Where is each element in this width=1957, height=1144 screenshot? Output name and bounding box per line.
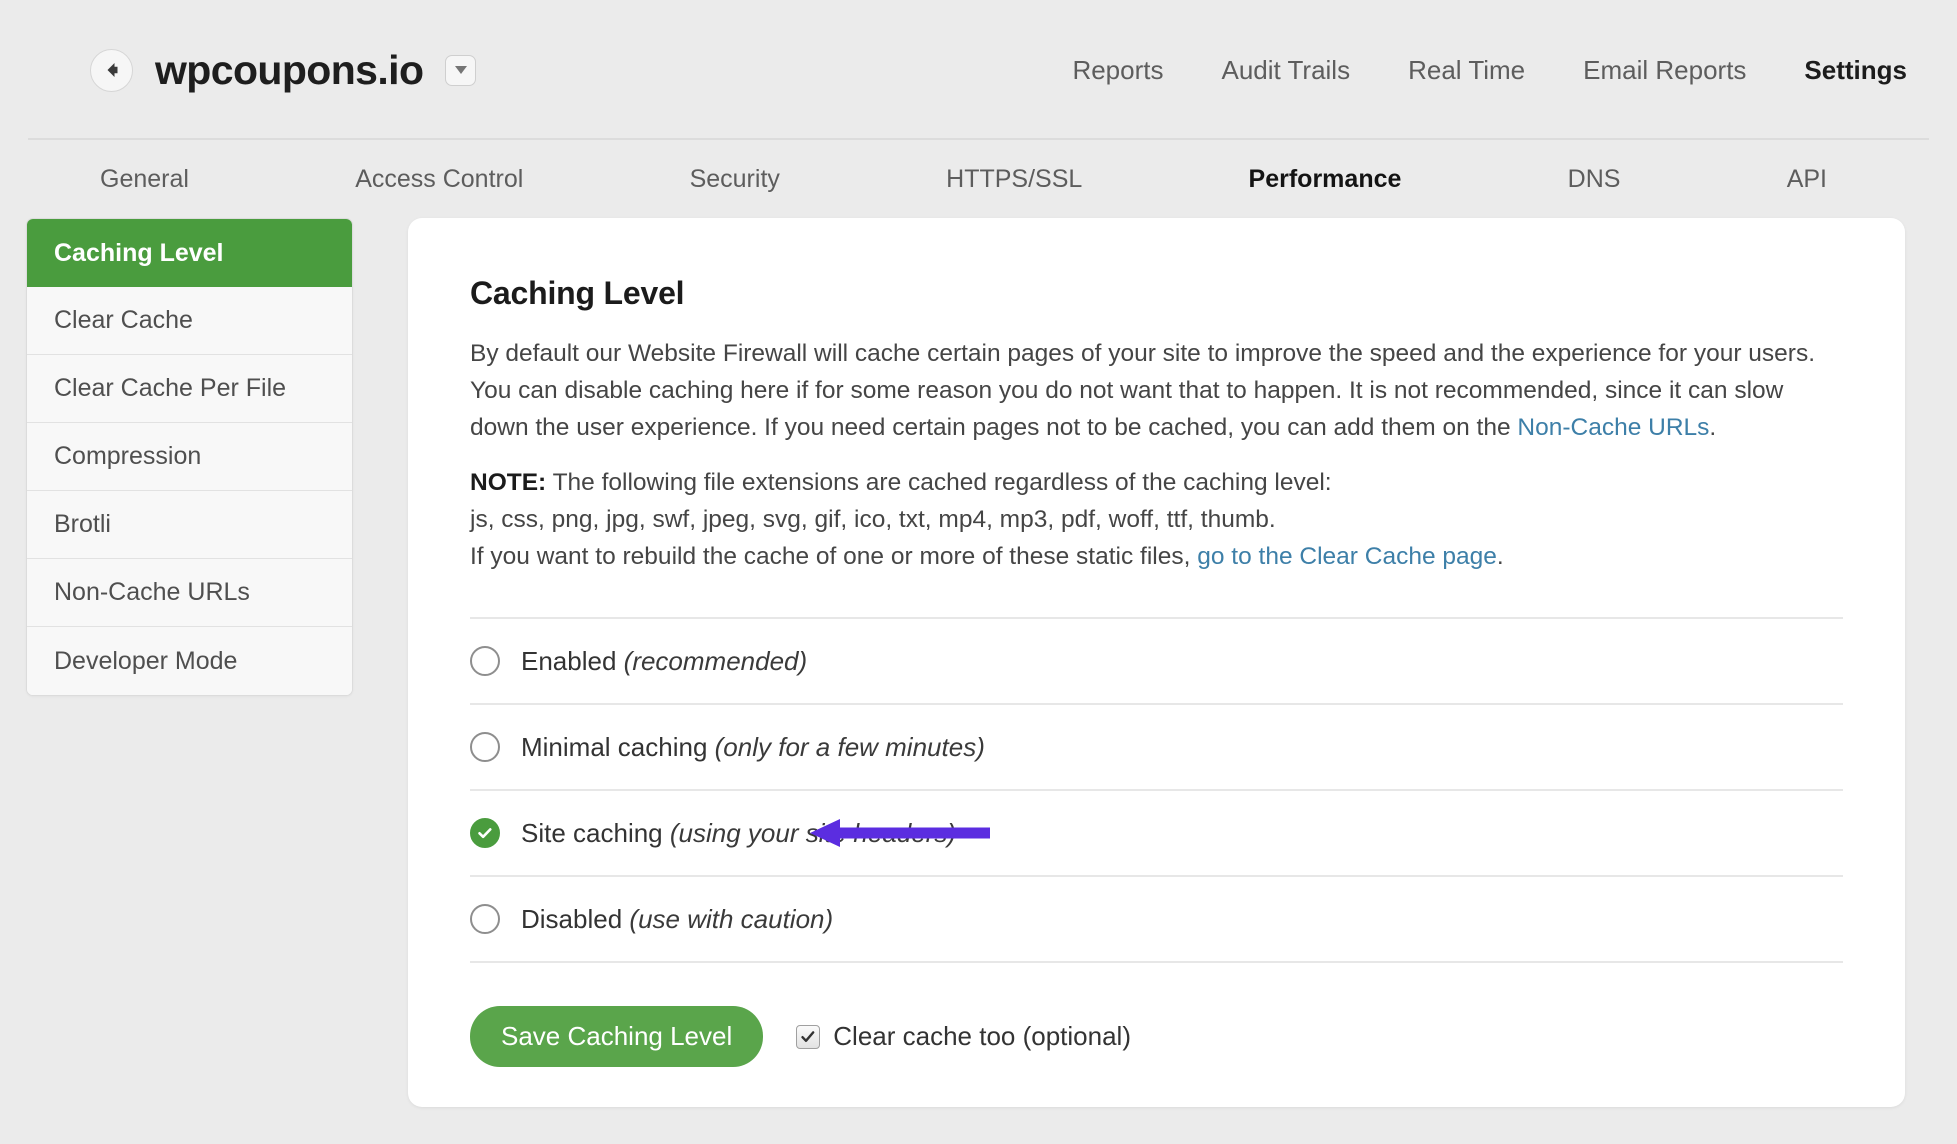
sidebar-item-clear-cache-per-file[interactable]: Clear Cache Per File — [27, 355, 352, 423]
tab-access-control[interactable]: Access Control — [355, 165, 523, 194]
panel-description: By default our Website Firewall will cac… — [470, 335, 1843, 446]
description-text-end: . — [1709, 414, 1717, 441]
sidebar-item-label: Developer Mode — [54, 646, 238, 675]
radio-enabled[interactable] — [470, 646, 500, 676]
radio-disabled[interactable] — [470, 904, 500, 934]
nav-item-real-time[interactable]: Real Time — [1379, 55, 1554, 86]
option-site-caching[interactable]: Site caching (using your site headers) — [470, 791, 1843, 877]
option-enabled[interactable]: Enabled (recommended) — [470, 619, 1843, 705]
option-text: Disabled — [521, 903, 630, 934]
option-text: Enabled — [521, 645, 624, 676]
radio-site-caching[interactable] — [470, 818, 500, 848]
option-text: Site caching — [521, 817, 670, 848]
sidebar-item-label: Caching Level — [54, 238, 224, 267]
save-caching-level-button[interactable]: Save Caching Level — [470, 1006, 764, 1067]
radio-minimal-caching[interactable] — [470, 732, 500, 762]
top-header-bar: wpcoupons.io Reports Audit Trails Real T… — [0, 0, 1957, 140]
tab-https-ssl[interactable]: HTTPS/SSL — [946, 165, 1082, 194]
site-title: wpcoupons.io — [155, 46, 424, 93]
note-line-3: If you want to rebuild the cache of one … — [470, 538, 1843, 575]
non-cache-urls-link[interactable]: Non-Cache URLs — [1517, 414, 1709, 441]
option-hint: (only for a few minutes) — [714, 731, 985, 762]
option-disabled-label: Disabled (use with caution) — [521, 904, 833, 935]
settings-tabs: General Access Control Security HTTPS/SS… — [0, 140, 1957, 218]
sidebar-item-clear-cache[interactable]: Clear Cache — [27, 287, 352, 355]
caching-level-panel: Caching Level By default our Website Fir… — [408, 218, 1905, 1107]
tab-general[interactable]: General — [100, 165, 189, 194]
back-button[interactable] — [90, 48, 133, 92]
option-minimal-caching-label: Minimal caching (only for a few minutes) — [521, 732, 985, 763]
check-icon — [478, 828, 492, 839]
note-line-3-suffix: . — [1496, 543, 1504, 570]
checkmark-icon — [801, 1030, 815, 1042]
sidebar-item-label: Clear Cache Per File — [54, 374, 287, 402]
sidebar-item-label: Brotli — [54, 510, 111, 538]
panel-title: Caching Level — [470, 275, 685, 311]
sidebar-item-label: Compression — [54, 442, 202, 470]
brand-group: wpcoupons.io — [90, 46, 477, 94]
clear-cache-page-link[interactable]: go to the Clear Cache page — [1197, 543, 1497, 570]
option-hint: (using your site headers) — [669, 817, 957, 848]
panel-note: NOTE: The following file extensions are … — [470, 464, 1843, 575]
option-hint: (recommended) — [623, 645, 808, 676]
clear-cache-too-checkbox-wrap[interactable]: Clear cache too (optional) — [796, 1021, 1131, 1052]
sidebar-item-label: Clear Cache — [54, 306, 193, 334]
sidebar-item-non-cache-urls[interactable]: Non-Cache URLs — [27, 559, 352, 627]
note-line-1: NOTE: The following file extensions are … — [470, 464, 1843, 501]
tab-performance[interactable]: Performance — [1249, 165, 1402, 194]
note-line-2: js, css, png, jpg, swf, jpeg, svg, gif, … — [470, 506, 1276, 533]
option-minimal-caching[interactable]: Minimal caching (only for a few minutes) — [470, 705, 1843, 791]
nav-item-audit-trails[interactable]: Audit Trails — [1192, 55, 1379, 86]
clear-cache-too-label: Clear cache too (optional) — [833, 1021, 1131, 1051]
sidebar-item-brotli[interactable]: Brotli — [27, 491, 352, 559]
tab-security[interactable]: Security — [690, 165, 780, 194]
sidebar-item-caching-level[interactable]: Caching Level — [27, 219, 352, 287]
nav-item-email-reports[interactable]: Email Reports — [1554, 55, 1775, 86]
note-line-3-prefix: If you want to rebuild the cache of one … — [470, 543, 1198, 570]
sidebar-item-label: Non-Cache URLs — [54, 578, 250, 606]
site-dropdown-button[interactable] — [445, 54, 477, 86]
option-text: Minimal caching — [521, 731, 715, 762]
caching-level-options: Enabled (recommended) Minimal caching (o… — [470, 617, 1843, 963]
nav-item-settings[interactable]: Settings — [1775, 55, 1907, 86]
sidebar-item-compression[interactable]: Compression — [27, 423, 352, 491]
tab-api[interactable]: API — [1787, 165, 1827, 194]
option-hint: (use with caution) — [629, 903, 834, 934]
note-label: NOTE: — [470, 469, 547, 496]
arrow-left-icon — [107, 63, 117, 77]
chevron-down-icon — [454, 66, 467, 74]
main-navigation: Reports Audit Trails Real Time Email Rep… — [1043, 55, 1917, 86]
page-layout: Caching Level Clear Cache Clear Cache Pe… — [0, 218, 1957, 1107]
performance-sidebar: Caching Level Clear Cache Clear Cache Pe… — [26, 218, 353, 696]
panel-actions: Save Caching Level Clear cache too (opti… — [470, 1006, 1843, 1067]
note-line-1-text: The following file extensions are cached… — [546, 469, 1332, 496]
sidebar-item-developer-mode[interactable]: Developer Mode — [27, 627, 352, 695]
option-site-caching-label: Site caching (using your site headers) — [521, 818, 956, 849]
option-disabled[interactable]: Disabled (use with caution) — [470, 877, 1843, 963]
clear-cache-too-checkbox[interactable] — [796, 1024, 821, 1049]
option-enabled-label: Enabled (recommended) — [521, 646, 807, 677]
tab-dns[interactable]: DNS — [1568, 165, 1621, 194]
nav-item-reports[interactable]: Reports — [1043, 55, 1192, 86]
